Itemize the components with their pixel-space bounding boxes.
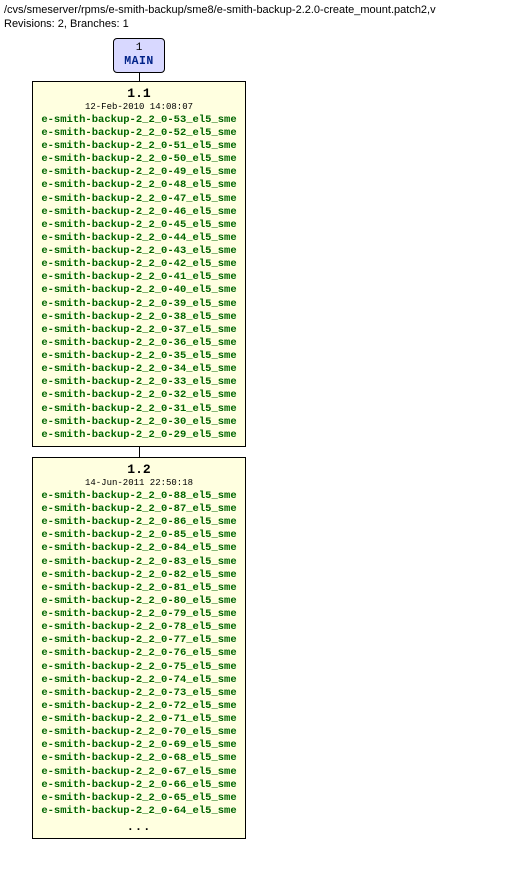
ellipsis-icon: ... bbox=[41, 820, 236, 834]
tag-item[interactable]: e-smith-backup-2_2_0-39_el5_sme bbox=[41, 298, 236, 311]
tag-item[interactable]: e-smith-backup-2_2_0-37_el5_sme bbox=[41, 324, 236, 337]
tag-item[interactable]: e-smith-backup-2_2_0-34_el5_sme bbox=[41, 363, 236, 376]
tag-item[interactable]: e-smith-backup-2_2_0-65_el5_sme bbox=[41, 792, 236, 805]
tag-item[interactable]: e-smith-backup-2_2_0-72_el5_sme bbox=[41, 700, 236, 713]
revision-graph: 1 MAIN 1.112-Feb-2010 14:08:07 e-smith-ba… bbox=[4, 38, 274, 839]
tag-item[interactable]: e-smith-backup-2_2_0-73_el5_sme bbox=[41, 687, 236, 700]
tag-item[interactable]: e-smith-backup-2_2_0-47_el5_sme bbox=[41, 193, 236, 206]
tag-item[interactable]: e-smith-backup-2_2_0-71_el5_sme bbox=[41, 713, 236, 726]
tag-list: e-smith-backup-2_2_0-53_el5_smee-smith-b… bbox=[41, 114, 236, 442]
tag-item[interactable]: e-smith-backup-2_2_0-30_el5_sme bbox=[41, 416, 236, 429]
tag-item[interactable]: e-smith-backup-2_2_0-80_el5_sme bbox=[41, 595, 236, 608]
tag-item[interactable]: e-smith-backup-2_2_0-74_el5_sme bbox=[41, 674, 236, 687]
tag-item[interactable]: e-smith-backup-2_2_0-33_el5_sme bbox=[41, 376, 236, 389]
tag-item[interactable]: e-smith-backup-2_2_0-82_el5_sme bbox=[41, 569, 236, 582]
tag-item[interactable]: e-smith-backup-2_2_0-66_el5_sme bbox=[41, 779, 236, 792]
tag-item[interactable]: e-smith-backup-2_2_0-70_el5_sme bbox=[41, 726, 236, 739]
revision-summary: Revisions: 2, Branches: 1 bbox=[4, 18, 508, 30]
tag-item[interactable]: e-smith-backup-2_2_0-77_el5_sme bbox=[41, 634, 236, 647]
tag-item[interactable]: e-smith-backup-2_2_0-83_el5_sme bbox=[41, 556, 236, 569]
tag-item[interactable]: e-smith-backup-2_2_0-69_el5_sme bbox=[41, 739, 236, 752]
tag-item[interactable]: e-smith-backup-2_2_0-67_el5_sme bbox=[41, 766, 236, 779]
tag-item[interactable]: e-smith-backup-2_2_0-49_el5_sme bbox=[41, 166, 236, 179]
tag-item[interactable]: e-smith-backup-2_2_0-76_el5_sme bbox=[41, 647, 236, 660]
tag-item[interactable]: e-smith-backup-2_2_0-31_el5_sme bbox=[41, 403, 236, 416]
tag-item[interactable]: e-smith-backup-2_2_0-86_el5_sme bbox=[41, 516, 236, 529]
tag-item[interactable]: e-smith-backup-2_2_0-32_el5_sme bbox=[41, 389, 236, 402]
tag-item[interactable]: e-smith-backup-2_2_0-87_el5_sme bbox=[41, 503, 236, 516]
tag-item[interactable]: e-smith-backup-2_2_0-51_el5_sme bbox=[41, 140, 236, 153]
tag-item[interactable]: e-smith-backup-2_2_0-64_el5_sme bbox=[41, 805, 236, 818]
revision-number: 1.1 bbox=[41, 86, 236, 101]
tag-item[interactable]: e-smith-backup-2_2_0-46_el5_sme bbox=[41, 206, 236, 219]
tag-item[interactable]: e-smith-backup-2_2_0-68_el5_sme bbox=[41, 752, 236, 765]
revision-node[interactable]: 1.214-Jun-2011 22:50:18 e-smith-backup-2_… bbox=[32, 457, 245, 839]
tag-item[interactable]: e-smith-backup-2_2_0-50_el5_sme bbox=[41, 153, 236, 166]
tag-item[interactable]: e-smith-backup-2_2_0-78_el5_sme bbox=[41, 621, 236, 634]
tag-item[interactable]: e-smith-backup-2_2_0-40_el5_sme bbox=[41, 284, 236, 297]
revision-date: 14-Jun-2011 22:50:18 bbox=[41, 478, 236, 488]
branch-node[interactable]: 1 MAIN bbox=[113, 38, 165, 73]
tag-item[interactable]: e-smith-backup-2_2_0-45_el5_sme bbox=[41, 219, 236, 232]
tag-item[interactable]: e-smith-backup-2_2_0-42_el5_sme bbox=[41, 258, 236, 271]
tag-item[interactable]: e-smith-backup-2_2_0-41_el5_sme bbox=[41, 271, 236, 284]
tag-item[interactable]: e-smith-backup-2_2_0-85_el5_sme bbox=[41, 529, 236, 542]
revision-node[interactable]: 1.112-Feb-2010 14:08:07 e-smith-backup-2_… bbox=[32, 81, 245, 447]
tag-item[interactable]: e-smith-backup-2_2_0-43_el5_sme bbox=[41, 245, 236, 258]
tag-item[interactable]: e-smith-backup-2_2_0-53_el5_sme bbox=[41, 114, 236, 127]
tag-item[interactable]: e-smith-backup-2_2_0-84_el5_sme bbox=[41, 542, 236, 555]
revision-number: 1.2 bbox=[41, 462, 236, 477]
tag-item[interactable]: e-smith-backup-2_2_0-81_el5_sme bbox=[41, 582, 236, 595]
tag-item[interactable]: e-smith-backup-2_2_0-79_el5_sme bbox=[41, 608, 236, 621]
tag-item[interactable]: e-smith-backup-2_2_0-35_el5_sme bbox=[41, 350, 236, 363]
tag-item[interactable]: e-smith-backup-2_2_0-29_el5_sme bbox=[41, 429, 236, 442]
tag-item[interactable]: e-smith-backup-2_2_0-36_el5_sme bbox=[41, 337, 236, 350]
file-path: /cvs/smeserver/rpms/e-smith-backup/sme8/… bbox=[4, 4, 508, 16]
tag-item[interactable]: e-smith-backup-2_2_0-38_el5_sme bbox=[41, 311, 236, 324]
tag-item[interactable]: e-smith-backup-2_2_0-44_el5_sme bbox=[41, 232, 236, 245]
revision-date: 12-Feb-2010 14:08:07 bbox=[41, 102, 236, 112]
tag-item[interactable]: e-smith-backup-2_2_0-48_el5_sme bbox=[41, 179, 236, 192]
branch-number: 1 bbox=[124, 42, 154, 55]
connector-line bbox=[139, 447, 140, 457]
tag-item[interactable]: e-smith-backup-2_2_0-75_el5_sme bbox=[41, 661, 236, 674]
tag-item[interactable]: e-smith-backup-2_2_0-88_el5_sme bbox=[41, 490, 236, 503]
tag-list: e-smith-backup-2_2_0-88_el5_smee-smith-b… bbox=[41, 490, 236, 834]
branch-name: MAIN bbox=[124, 55, 154, 68]
tag-item[interactable]: e-smith-backup-2_2_0-52_el5_sme bbox=[41, 127, 236, 140]
connector-line bbox=[139, 73, 140, 81]
